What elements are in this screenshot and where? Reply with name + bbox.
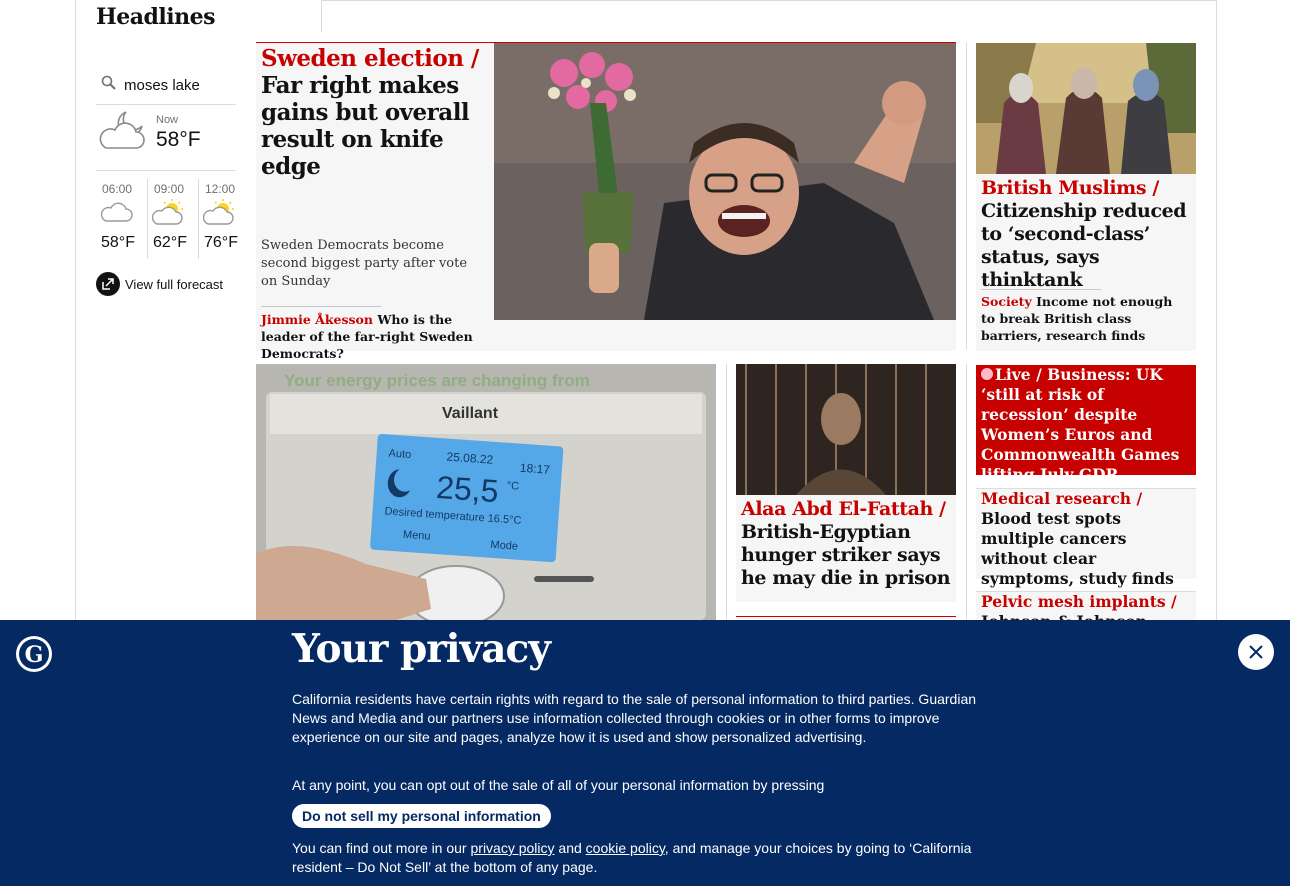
weather-hour-temp: 76°F [204,234,238,251]
weather-hour: 06:00 58°F [96,179,142,259]
privacy-title: Your privacy [292,626,551,672]
story-card-main[interactable]: Sweden election / Far right makes gains … [256,42,956,361]
display-temp: 25,5 [435,469,500,509]
sublink-rule [981,289,1101,290]
story-headline: Pelvic mesh implants / Johnson & Johnson [981,592,1193,621]
story-kicker: British Muslims / [981,177,1159,199]
story-kicker: Medical research / [981,489,1143,508]
moon-cloud-icon [99,111,145,149]
story-headline: Medical research / Blood test spots mult… [981,489,1193,589]
story-headline: British Muslims / Citizenship reduced to… [981,177,1193,292]
search-icon [101,75,116,90]
display-mode: Auto [388,448,411,462]
photo-illustration [976,43,1196,174]
story-card-muslims[interactable]: British Muslims / Citizenship reduced to… [976,43,1196,351]
top-rule [321,0,1216,1]
privacy-more-lead: You can find out more in our [292,840,467,856]
story-card-mesh[interactable]: Pelvic mesh implants / Johnson & Johnson [976,591,1196,621]
sublink-kicker: Society [981,294,1032,309]
story-sublink[interactable]: Society Income not enough to break Briti… [981,293,1189,344]
story-kicker: Alaa Abd El-Fattah / [741,498,946,520]
weather-location: moses lake [124,77,200,94]
cookie-policy-link[interactable]: cookie policy [586,840,665,856]
column-divider [966,42,967,350]
weather-hourly: 06:00 58°F 09:00 62°F 12:00 76°F [96,179,238,259]
sublink-kicker: Jimmie Åkesson [261,312,373,327]
header-divider [321,0,322,32]
live-dot-icon [981,368,993,380]
column-divider [966,364,967,620]
weather-hour: 12:00 76°F [198,179,245,259]
guardian-logo-icon: G [16,636,52,672]
story-headline: Live / Business: UK ‘still at risk of re… [981,365,1193,485]
weather-hour-temp: 58°F [101,234,135,251]
close-icon [1249,645,1263,659]
story-headline: Sweden election / Far right makes gains … [261,45,483,180]
photo-illustration [494,43,956,320]
british-muslims-photo [976,43,1196,174]
alaa-photo [736,364,956,495]
close-banner-button[interactable] [1238,634,1274,670]
story-card-alaa[interactable]: Alaa Abd El-Fattah / British-Egyptian hu… [736,364,956,602]
weather-now-label: Now [156,114,179,126]
do-not-sell-button[interactable]: Do not sell my personal information [292,804,551,828]
privacy-banner: G Your privacy California residents have… [0,620,1290,886]
story-standfirst: Sweden Democrats become second biggest p… [261,238,468,289]
story-headline: Alaa Abd El-Fattah / British-Egyptian hu… [741,498,951,590]
weather-hour: 09:00 62°F [147,179,194,259]
privacy-text: California residents have certain rights… [292,691,977,745]
weather-hour-temp: 62°F [153,234,187,251]
display-unit: °C [506,480,519,493]
photo-illustration [736,364,956,495]
story-card-medical[interactable]: Medical research / Blood test spots mult… [976,488,1196,588]
story-card-live[interactable]: Live / Business: UK ‘still at risk of re… [976,365,1196,484]
cloud-icon [100,202,133,222]
sun-cloud-icon [152,199,183,225]
photo-illustration: Your energy prices are changing from Vai… [256,364,716,620]
section-title: Headlines [96,4,216,30]
privacy-more-and: and [558,840,582,856]
sun-cloud-icon [203,199,234,225]
story-headline-text: Far right makes gains but overall result… [261,72,470,180]
thermostat-brand: Vaillant [442,405,499,422]
privacy-policy-link[interactable]: privacy policy [471,840,555,856]
weather-location-search[interactable]: moses lake [96,72,236,105]
story-kicker: Sweden election / [261,45,479,72]
weather-hour-time: 12:00 [205,182,236,196]
forecast-link-label: View full forecast [125,276,224,292]
story-kicker: Pelvic mesh implants / [981,592,1177,611]
display-time: 18:17 [519,461,550,477]
story-headline-text: Citizenship reduced to ‘second-class’ st… [981,200,1187,291]
display-mode-button: Mode [490,539,518,553]
weather-now: Now 58°F [96,106,236,171]
sublink-rule [261,306,381,307]
energy-thermostat-photo: Your energy prices are changing from Vai… [256,364,716,620]
display-menu-button: Menu [403,529,431,543]
view-full-forecast-link[interactable]: View full forecast [96,272,223,296]
external-link-icon [96,272,120,296]
privacy-more-text: You can find out more in our privacy pol… [292,839,997,877]
story-headline-text: Blood test spots multiple cancers withou… [981,509,1174,588]
sweden-election-photo [494,43,956,320]
story-sublink[interactable]: Jimmie Åkesson Who is the leader of the … [261,311,489,362]
story-headline-text: British-Egyptian hunger striker says he … [741,521,951,589]
weather-hour-time: 06:00 [102,182,133,196]
energy-banner-text: Your energy prices are changing from [284,371,590,390]
privacy-optout-text: At any point, you can opt out of the sal… [292,777,825,793]
weather-hour-time: 09:00 [154,182,185,196]
live-label: Live [995,365,1031,384]
svg-text:G: G [25,642,44,668]
weather-now-temp: 58°F [156,128,201,151]
column-divider [726,364,727,620]
